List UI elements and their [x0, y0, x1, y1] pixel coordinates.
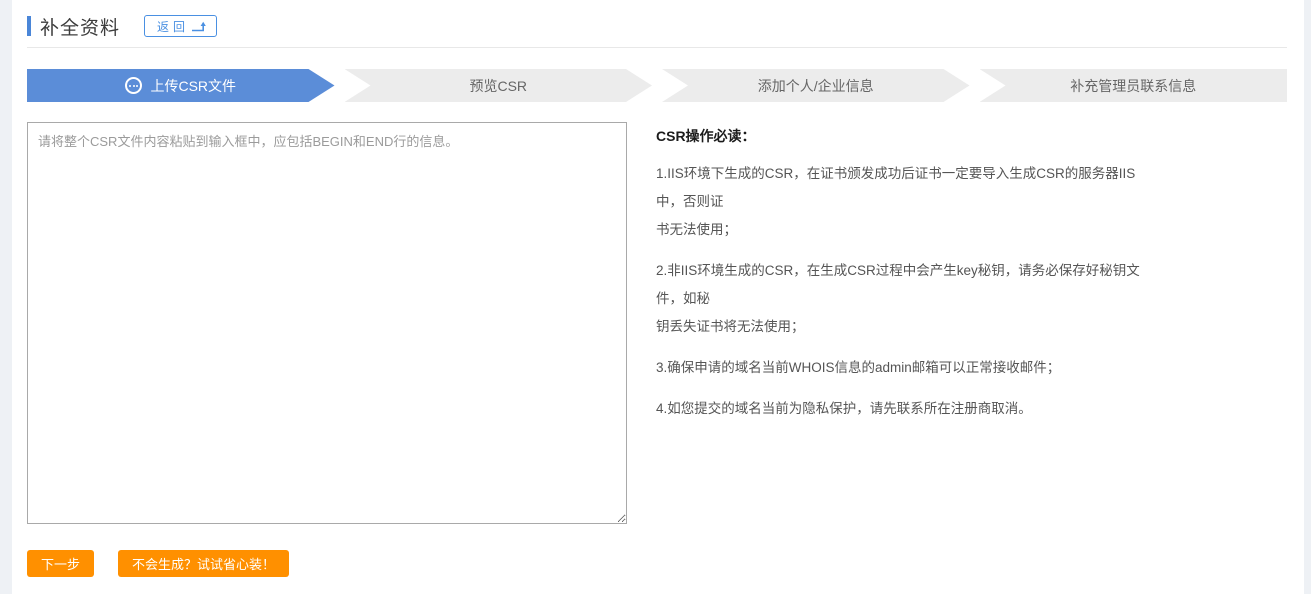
- step-admin-contact-info[interactable]: 补充管理员联系信息: [980, 69, 1288, 102]
- csr-content-input[interactable]: [27, 122, 627, 524]
- csr-note-3: 3.确保申请的域名当前WHOIS信息的admin邮箱可以正常接收邮件；: [656, 354, 1161, 382]
- header-divider: [27, 47, 1287, 48]
- csr-note-1: 1.IIS环境下生成的CSR，在证书颁发成功后证书一定要导入生成CSR的服务器I…: [656, 160, 1161, 244]
- bottom-actions: 下一步 不会生成？试试省心装！: [27, 550, 1287, 577]
- page-header: 补全资料 返回: [27, 0, 1287, 38]
- step-preview-csr[interactable]: 预览CSR: [345, 69, 653, 102]
- step-upload-csr[interactable]: 上传CSR文件: [27, 69, 335, 102]
- step-label: 补充管理员联系信息: [1070, 76, 1196, 96]
- step-label: 预览CSR: [469, 76, 527, 96]
- step-add-personal-company-info[interactable]: 添加个人/企业信息: [662, 69, 970, 102]
- step-label: 上传CSR文件: [150, 76, 236, 96]
- back-button-label: 返回: [157, 18, 189, 35]
- return-arrow-icon: [191, 21, 207, 32]
- main-content: CSR操作必读： 1.IIS环境下生成的CSR，在证书颁发成功后证书一定要导入生…: [27, 122, 1287, 524]
- ellipsis-circle-icon: [125, 77, 142, 94]
- step-label: 添加个人/企业信息: [758, 76, 874, 96]
- next-step-button[interactable]: 下一步: [27, 550, 94, 577]
- page-title: 补全资料: [40, 13, 120, 40]
- back-button[interactable]: 返回: [144, 15, 217, 37]
- csr-note-2: 2.非IIS环境生成的CSR，在生成CSR过程中会产生key秘钥，请务必保存好秘…: [656, 257, 1161, 341]
- wizard-steps: 上传CSR文件 预览CSR 添加个人/企业信息 补充管理员联系信息: [27, 69, 1287, 102]
- content-panel: 补全资料 返回 上传CSR文件 预览CSR 添加个人/企业信息 补充管理员联系信…: [12, 0, 1304, 594]
- easy-install-button[interactable]: 不会生成？试试省心装！: [118, 550, 289, 577]
- csr-notes-panel: CSR操作必读： 1.IIS环境下生成的CSR，在证书颁发成功后证书一定要导入生…: [656, 122, 1161, 524]
- title-accent-bar: [27, 16, 31, 36]
- csr-notes-heading: CSR操作必读：: [656, 126, 1161, 146]
- csr-note-4: 4.如您提交的域名当前为隐私保护，请先联系所在注册商取消。: [656, 395, 1161, 423]
